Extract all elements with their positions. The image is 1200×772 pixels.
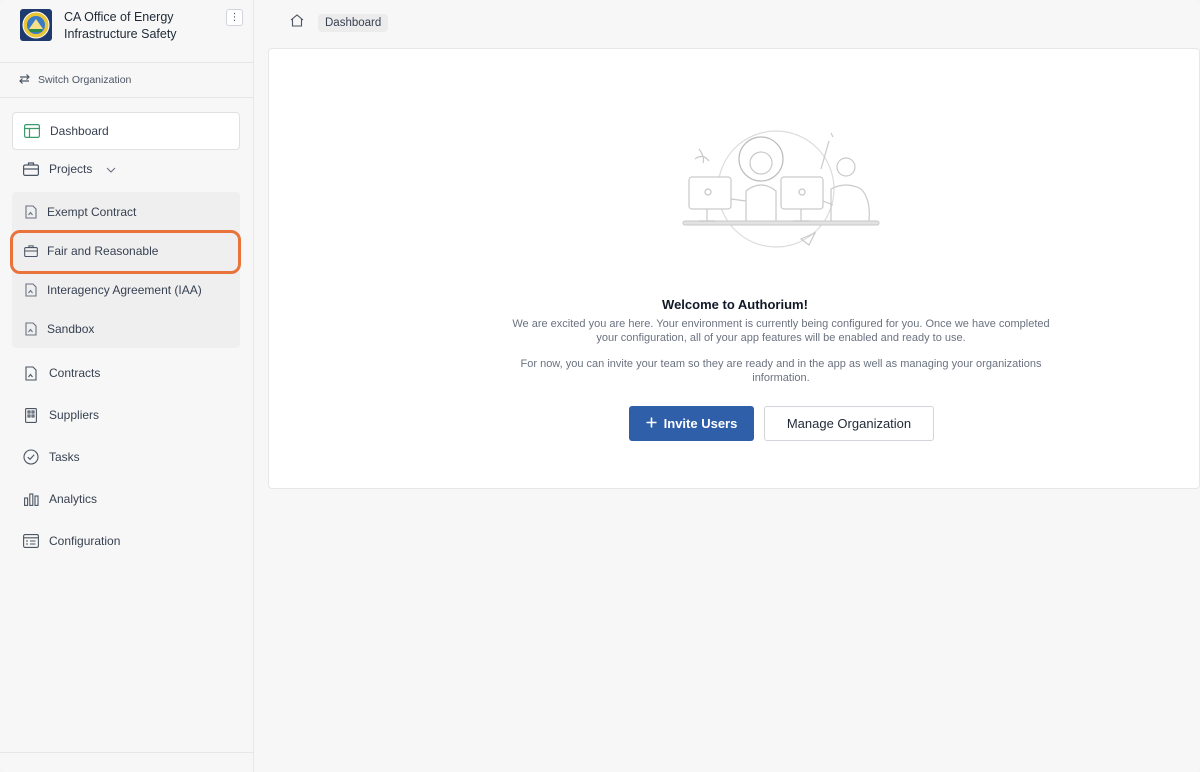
nav-item-label: Projects xyxy=(49,162,93,176)
nav-item-sandbox[interactable]: Sandbox xyxy=(12,309,240,348)
nav-item-label: Tasks xyxy=(49,450,80,464)
welcome-card: Welcome to Authorium! We are excited you… xyxy=(268,48,1200,489)
nav-item-label: Fair and Reasonable xyxy=(47,243,159,258)
switch-organization-button[interactable]: Switch Organization xyxy=(0,63,253,98)
welcome-illustration xyxy=(681,129,881,249)
manage-organization-button[interactable]: Manage Organization xyxy=(764,406,934,441)
chevron-down-icon xyxy=(106,162,116,176)
plus-icon xyxy=(646,416,657,431)
nav-item-projects[interactable]: Projects xyxy=(12,150,240,188)
switch-arrows-icon xyxy=(18,73,31,88)
nav-item-label: Dashboard xyxy=(50,124,109,138)
app-window: CA Office of Energy Infrastructure Safet… xyxy=(0,0,1200,772)
projects-submenu: Exempt Contract Fair and Reasonable Inte… xyxy=(12,192,240,348)
dashboard-icon xyxy=(24,123,40,139)
welcome-title: Welcome to Authorium! xyxy=(662,297,808,312)
kebab-menu-icon[interactable]: ⋮ xyxy=(226,9,243,26)
building-icon xyxy=(23,407,39,423)
nav-item-label: Sandbox xyxy=(47,321,95,336)
nav-item-label: Analytics xyxy=(49,492,98,506)
nav-item-contracts[interactable]: Contracts xyxy=(12,352,240,394)
breadcrumb-dashboard[interactable]: Dashboard xyxy=(318,13,389,32)
org-name: CA Office of Energy Infrastructure Safet… xyxy=(64,10,177,41)
nav-item-suppliers[interactable]: Suppliers xyxy=(12,394,240,436)
sidebar: CA Office of Energy Infrastructure Safet… xyxy=(0,0,254,772)
briefcase-icon xyxy=(23,161,39,177)
nav-item-label: Contracts xyxy=(49,366,101,380)
nav-item-dashboard[interactable]: Dashboard xyxy=(12,112,240,150)
check-circle-icon xyxy=(23,449,39,465)
invite-users-label: Invite Users xyxy=(663,416,738,431)
welcome-invite-description: For now, you can invite your team so the… xyxy=(520,358,1042,384)
home-icon[interactable] xyxy=(290,13,304,32)
nav-item-analytics[interactable]: Analytics xyxy=(12,478,240,520)
nav-item-exempt-contract[interactable]: Exempt Contract xyxy=(12,192,240,231)
bar-chart-icon xyxy=(23,491,39,507)
nav-item-label: Configuration xyxy=(49,534,121,548)
nav-item-tasks[interactable]: Tasks xyxy=(12,436,240,478)
contract-document-icon xyxy=(23,365,39,381)
nav-item-label: Suppliers xyxy=(49,408,100,422)
topbar: Dashboard xyxy=(254,0,1200,45)
nav-item-fair-and-reasonable[interactable]: Fair and Reasonable xyxy=(12,231,240,270)
invite-users-button[interactable]: Invite Users xyxy=(629,406,754,441)
nav-item-interagency-agreement[interactable]: Interagency Agreement (IAA) xyxy=(12,270,240,309)
nav-item-label: Exempt Contract xyxy=(47,204,137,219)
main-nav: Dashboard Projects Exempt Contract Fair … xyxy=(12,112,240,562)
sidebar-footer xyxy=(0,752,254,772)
settings-panel-icon xyxy=(23,533,39,549)
welcome-description: We are excited you are here. Your enviro… xyxy=(512,318,1050,344)
org-logo xyxy=(20,9,52,41)
nav-item-label: Interagency Agreement (IAA) xyxy=(47,282,202,297)
document-icon xyxy=(23,282,39,298)
document-icon xyxy=(23,321,39,337)
org-header: CA Office of Energy Infrastructure Safet… xyxy=(0,0,253,63)
briefcase-icon xyxy=(23,243,39,259)
document-icon xyxy=(23,204,39,220)
nav-item-configuration[interactable]: Configuration xyxy=(12,520,240,562)
switch-organization-label: Switch Organization xyxy=(38,74,132,86)
